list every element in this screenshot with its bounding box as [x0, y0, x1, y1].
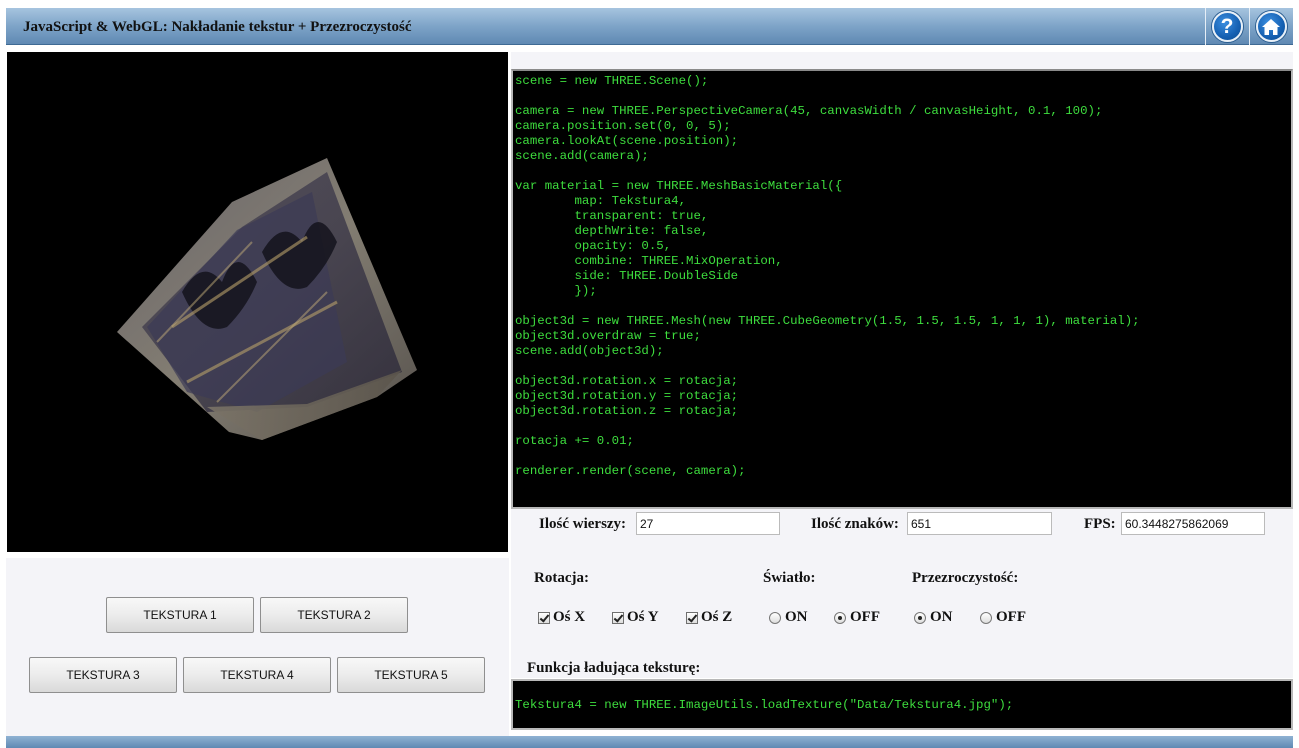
light-on-radio[interactable]: ON: [769, 609, 808, 626]
code-line: opacity: 0.5,: [515, 239, 672, 253]
radio-selected-icon: [914, 611, 926, 624]
home-button[interactable]: [1249, 8, 1292, 45]
code-line: combine: THREE.MixOperation,: [515, 254, 783, 268]
code-line: camera = new THREE.PerspectiveCamera(45,…: [515, 104, 1103, 118]
rotation-x-label: Oś X: [553, 609, 586, 625]
loader-code-box[interactable]: Tekstura4 = new THREE.ImageUtils.loadTex…: [511, 679, 1293, 730]
transparency-on-radio[interactable]: ON: [914, 609, 953, 626]
code-line: scene.add(camera);: [515, 149, 649, 163]
rotation-z-checkbox[interactable]: Oś Z: [686, 609, 732, 626]
checkbox-checked-icon: [686, 611, 698, 624]
bottom-bar: [6, 736, 1293, 748]
texture-4-button[interactable]: TEKSTURA 4: [183, 657, 331, 693]
code-line: var material = new THREE.MeshBasicMateri…: [515, 179, 843, 193]
light-label: Światło:: [763, 570, 816, 586]
checkbox-checked-icon: [612, 611, 624, 624]
code-line: scene = new THREE.Scene();: [515, 74, 709, 88]
texture-2-button[interactable]: TEKSTURA 2: [260, 597, 408, 633]
title-bar: JavaScript & WebGL: Nakładanie tekstur +…: [6, 8, 1293, 45]
transparency-off-radio[interactable]: OFF: [980, 609, 1026, 626]
rows-label: Ilość wierszy:: [539, 516, 627, 532]
texture-1-button[interactable]: TEKSTURA 1: [106, 597, 254, 633]
code-line: transparent: true,: [515, 209, 709, 223]
rotation-label: Rotacja:: [534, 570, 589, 586]
code-editor[interactable]: scene = new THREE.Scene(); camera = new T…: [511, 69, 1293, 509]
code-line: camera.lookAt(scene.position);: [515, 134, 739, 148]
loader-code-line: Tekstura4 = new THREE.ImageUtils.loadTex…: [515, 698, 1014, 712]
code-line: object3d.rotation.z = rotacja;: [515, 404, 739, 418]
help-button[interactable]: ?: [1205, 8, 1248, 45]
page-title: JavaScript & WebGL: Nakładanie tekstur +…: [23, 19, 412, 35]
loader-label: Funkcja ładująca teksturę:: [527, 660, 701, 676]
light-on-label: ON: [785, 609, 808, 625]
fps-field[interactable]: 60.3448275862069: [1121, 512, 1265, 535]
code-line: map: Tekstura4,: [515, 194, 687, 208]
texture-panel: [6, 558, 509, 736]
radio-unselected-icon: [980, 611, 992, 624]
rotation-y-checkbox[interactable]: Oś Y: [612, 609, 659, 626]
light-off-radio[interactable]: OFF: [834, 609, 880, 626]
rows-field[interactable]: 27: [636, 512, 780, 535]
home-icon: [1255, 11, 1287, 42]
rotation-y-label: Oś Y: [627, 609, 659, 625]
transparency-on-label: ON: [930, 609, 953, 625]
rotation-z-label: Oś Z: [701, 609, 733, 625]
checkbox-checked-icon: [538, 611, 550, 624]
code-line: scene.add(object3d);: [515, 344, 664, 358]
code-line: depthWrite: false,: [515, 224, 709, 238]
transparency-off-label: OFF: [996, 609, 1026, 625]
help-icon: ?: [1211, 11, 1243, 42]
code-line: side: THREE.DoubleSide: [515, 269, 739, 283]
chars-field[interactable]: 651: [907, 512, 1052, 535]
texture-5-button[interactable]: TEKSTURA 5: [337, 657, 485, 693]
code-line: rotacja += 0.01;: [515, 434, 634, 448]
code-line: object3d.overdraw = true;: [515, 329, 701, 343]
textured-cube: [117, 158, 417, 440]
code-line: });: [515, 284, 597, 298]
chars-label: Ilość znaków:: [811, 516, 899, 532]
transparency-label: Przezroczystość:: [912, 570, 1019, 586]
code-line: object3d = new THREE.Mesh(new THREE.Cube…: [515, 314, 1140, 328]
code-line: object3d.rotation.x = rotacja;: [515, 374, 739, 388]
code-line: camera.position.set(0, 0, 5);: [515, 119, 731, 133]
code-line: object3d.rotation.y = rotacja;: [515, 389, 739, 403]
radio-unselected-icon: [769, 611, 781, 624]
rotation-x-checkbox[interactable]: Oś X: [538, 609, 585, 626]
webgl-canvas[interactable]: [7, 52, 508, 552]
texture-3-button[interactable]: TEKSTURA 3: [29, 657, 177, 693]
code-line: renderer.render(scene, camera);: [515, 464, 746, 478]
light-off-label: OFF: [850, 609, 880, 625]
fps-label: FPS:: [1084, 516, 1116, 532]
radio-selected-icon: [834, 611, 846, 624]
